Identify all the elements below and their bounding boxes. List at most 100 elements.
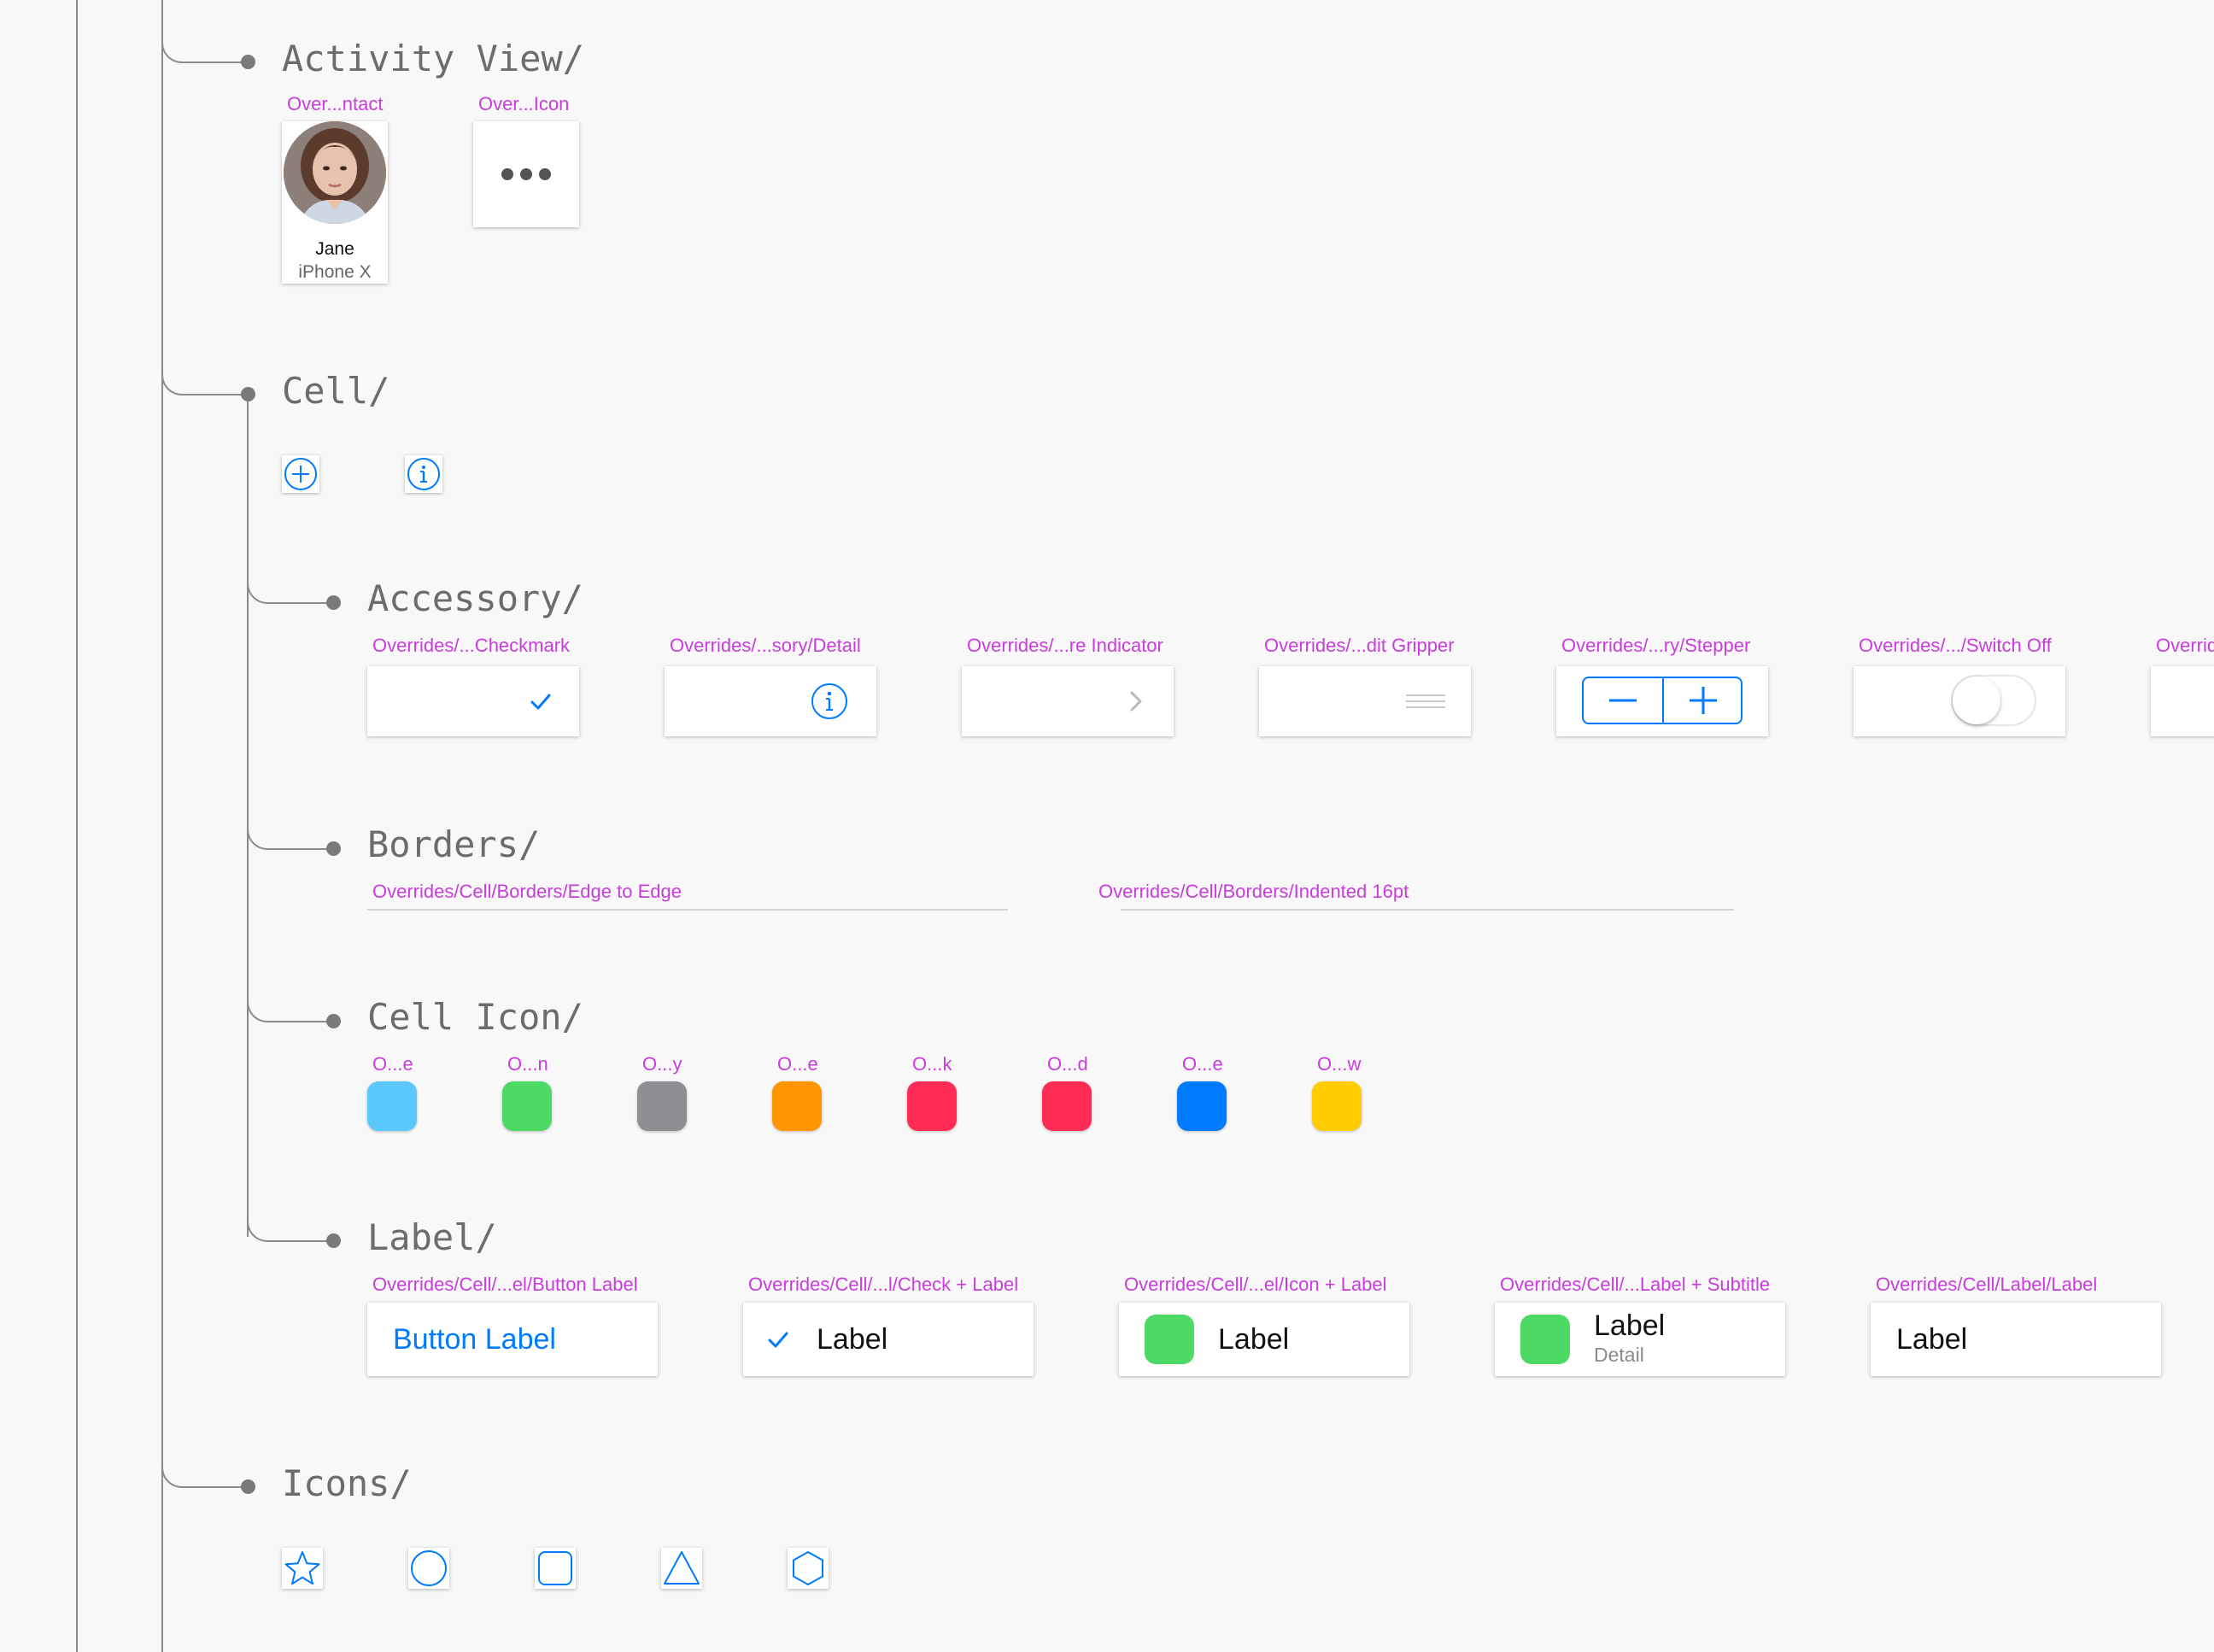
label-cell-label-subtitle[interactable]: Label Detail (1495, 1303, 1785, 1376)
tree-node-dot (326, 1014, 341, 1028)
section-title-cell: Cell/ (282, 370, 390, 412)
tree-branch-curve (247, 829, 267, 850)
green-icon (1145, 1315, 1194, 1364)
tree-node-dot (241, 1479, 255, 1494)
cell-icon-label: O...e (1182, 1053, 1223, 1075)
hexagon-icon (793, 1551, 823, 1585)
tree-node-dot (326, 841, 341, 856)
cell-icon-label: O...k (912, 1053, 952, 1075)
section-title-label: Label/ (367, 1216, 497, 1258)
tree-branch-line (266, 602, 333, 604)
tree-trunk-line (161, 0, 163, 1652)
section-title-cell-icon: Cell Icon/ (367, 996, 583, 1038)
override-label-gripper: Overrides/...dit Gripper (1264, 635, 1455, 656)
icon-tile-hexagon[interactable] (788, 1548, 829, 1589)
cell-icon-swatch[interactable] (1312, 1081, 1362, 1131)
override-label-check-label: Overrides/Cell/...l/Check + Label (748, 1274, 1019, 1295)
label-cell-button-label[interactable]: Button Label (367, 1303, 658, 1376)
detail-text: Detail (1594, 1344, 1644, 1366)
label-cell-icon-label[interactable]: Label (1119, 1303, 1409, 1376)
override-label-label: Overrides/Cell/Label/Label (1876, 1274, 2098, 1295)
contact-name: Jane (315, 239, 354, 259)
tree-branch-line (266, 1021, 333, 1022)
label-text: Label (1896, 1323, 1968, 1356)
icon-tile-circle[interactable] (408, 1548, 449, 1589)
info-icon (407, 458, 440, 490)
override-label-contact: Over...ntact (287, 93, 384, 114)
cell-icon-swatch[interactable] (907, 1081, 957, 1131)
icon-tile-square[interactable] (535, 1548, 576, 1589)
tree-branch-curve (247, 1002, 267, 1022)
border-indented (1121, 909, 1734, 911)
override-label-disclosure: Overrides/...re Indicator (967, 635, 1163, 656)
more-icon-card[interactable] (473, 121, 579, 227)
cell-icon-swatch[interactable] (637, 1081, 687, 1131)
cell-icon-swatch[interactable] (1177, 1081, 1227, 1131)
override-label-button-label: Overrides/Cell/...el/Button Label (372, 1274, 638, 1295)
tree-branch-line (181, 394, 248, 395)
label-cell-check-label[interactable]: Label (743, 1303, 1034, 1376)
override-label-label-subtitle: Overrides/Cell/...Label + Subtitle (1500, 1274, 1771, 1295)
label-text: Label (1218, 1323, 1290, 1356)
accessory-detail-cell[interactable] (665, 666, 876, 736)
tree-branch-line (266, 848, 333, 850)
accessory-stepper-cell (1556, 666, 1768, 736)
contact-device: iPhone X (298, 262, 372, 282)
cell-icon-label: O...n (507, 1053, 548, 1075)
icon-tile-triangle[interactable] (661, 1548, 702, 1589)
cell-icon-swatch[interactable] (1042, 1081, 1092, 1131)
switch-knob (1953, 677, 2000, 724)
tree-branch-line (266, 1240, 333, 1242)
cell-subtree-line (247, 401, 249, 1237)
icon-tile-star[interactable] (282, 1548, 323, 1589)
switch-toggle[interactable] (1951, 675, 2036, 726)
cell-icon-swatch[interactable] (502, 1081, 552, 1131)
green-icon (1520, 1315, 1570, 1364)
minus-icon[interactable] (1584, 678, 1662, 723)
override-label-indented: Overrides/Cell/Borders/Indented 16pt (1098, 881, 1409, 902)
cell-icon-label: O...e (777, 1053, 818, 1075)
override-label-edge-to-edge: Overrides/Cell/Borders/Edge to Edge (372, 881, 682, 902)
chevron-right-icon (1130, 691, 1142, 712)
checkmark-icon (768, 1332, 788, 1348)
section-title-accessory: Accessory/ (367, 577, 583, 619)
stepper (1582, 677, 1742, 724)
tree-branch-curve (161, 375, 182, 395)
cell-icon-label: O...y (642, 1053, 682, 1075)
cell-icon-label: O...w (1317, 1053, 1362, 1075)
tree-branch-curve (247, 583, 267, 604)
circle-icon (411, 1550, 447, 1586)
tree-branch-curve (161, 1467, 182, 1488)
more-icon (501, 168, 551, 180)
avatar (284, 121, 386, 224)
label-text: Label (1594, 1309, 1666, 1342)
star-icon (284, 1551, 320, 1585)
label-text: Label (817, 1323, 888, 1356)
triangle-icon (664, 1551, 700, 1585)
tree-root-line (76, 0, 78, 1652)
cell-icon-label: O...d (1047, 1053, 1088, 1075)
section-title-borders: Borders/ (367, 823, 541, 865)
cell-icon-label: O...e (372, 1053, 413, 1075)
tree-branch-curve (247, 1221, 267, 1242)
tree-node-dot (326, 595, 341, 610)
tree-branch-curve (161, 43, 182, 63)
cell-icon-swatch[interactable] (772, 1081, 822, 1131)
accessory-checkmark-cell[interactable] (367, 666, 579, 736)
contact-card[interactable]: Jane iPhone X (282, 121, 388, 284)
accessory-switch-cell (1854, 666, 2065, 736)
button-label-text[interactable]: Button Label (393, 1325, 556, 1354)
accessory-cell-partial[interactable] (2151, 666, 2214, 736)
rounded-square-icon (538, 1551, 572, 1585)
override-label-icon: Over...Icon (478, 93, 570, 114)
insert-button[interactable] (282, 455, 319, 493)
label-cell-label[interactable]: Label (1871, 1303, 2161, 1376)
tree-branch-line (181, 1486, 248, 1488)
accessory-gripper-cell[interactable] (1259, 666, 1471, 736)
cell-icon-swatch[interactable] (367, 1081, 417, 1131)
section-title-icons: Icons/ (282, 1462, 412, 1504)
accessory-disclosure-cell[interactable] (962, 666, 1174, 736)
info-button[interactable] (405, 455, 442, 493)
plus-icon[interactable] (1664, 678, 1742, 723)
border-edge-to-edge (367, 909, 1008, 911)
